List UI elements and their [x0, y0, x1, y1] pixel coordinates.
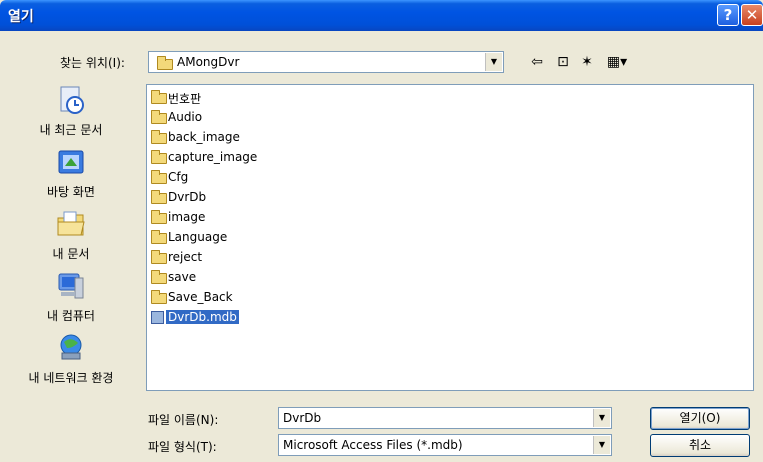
folder-icon	[157, 56, 173, 70]
place-mycomputer[interactable]: 내 컴퓨터	[0, 270, 142, 324]
help-button[interactable]: ?	[717, 4, 739, 26]
open-dialog: 열기 ? ✕ 찾는 위치(I): AMongDvr ▼ ⇦ ⊡ ✶ ▦▾ 내 최…	[0, 0, 763, 462]
lookin-label: 찾는 위치(I):	[60, 56, 125, 70]
network-icon	[60, 334, 82, 360]
place-label: 내 컴퓨터	[47, 309, 95, 323]
lookin-combo[interactable]: AMongDvr ▼	[148, 51, 504, 73]
my-computer-icon	[58, 273, 84, 299]
chevron-down-icon[interactable]: ▼	[593, 436, 610, 454]
folder-icon	[151, 90, 167, 104]
desktop-icon	[58, 150, 84, 174]
lookin-value: AMongDvr	[177, 55, 240, 69]
filename-label: 파일 이름(N):	[148, 413, 219, 427]
chevron-down-icon[interactable]: ▼	[593, 409, 610, 427]
filetype-select[interactable]: Microsoft Access Files (*.mdb) ▼	[278, 434, 612, 456]
my-documents-icon	[57, 211, 85, 236]
database-file-icon	[151, 311, 164, 324]
folder-icon	[151, 190, 167, 204]
folder-icon	[151, 230, 167, 244]
folder-icon	[151, 130, 167, 144]
open-button[interactable]: 열기(O)	[650, 407, 750, 430]
folder-icon	[151, 270, 167, 284]
folder-icon	[151, 150, 167, 164]
title-bar[interactable]: 열기 ? ✕	[0, 0, 763, 31]
place-label: 바탕 화면	[47, 185, 95, 199]
place-desktop[interactable]: 바탕 화면	[0, 146, 142, 200]
places-bar: 내 최근 문서 바탕 화면 내 문서 내 컴퓨터 내 네트워크 환경	[0, 84, 142, 394]
up-folder-button[interactable]: ⊡	[552, 52, 574, 72]
file-list[interactable]: 번호판 Audio back_image capture_image Cfg D…	[146, 84, 754, 391]
folder-icon	[151, 210, 167, 224]
folder-icon	[151, 290, 167, 304]
filename-value: DvrDb	[283, 411, 322, 425]
folder-icon	[151, 110, 167, 124]
place-network[interactable]: 내 네트워크 환경	[0, 332, 142, 386]
chevron-down-icon[interactable]: ▼	[485, 53, 502, 71]
filetype-label: 파일 형식(T):	[148, 440, 217, 454]
close-button[interactable]: ✕	[741, 4, 763, 26]
place-label: 내 네트워크 환경	[28, 371, 114, 385]
place-recent[interactable]: 내 최근 문서	[0, 84, 142, 138]
place-label: 내 최근 문서	[39, 123, 103, 137]
place-mydocuments[interactable]: 내 문서	[0, 208, 142, 262]
filetype-value: Microsoft Access Files (*.mdb)	[283, 438, 463, 452]
cancel-button[interactable]: 취소	[650, 434, 750, 457]
folder-icon	[151, 170, 167, 184]
filename-input[interactable]: DvrDb ▼	[278, 407, 612, 429]
recent-documents-icon	[60, 86, 84, 114]
new-folder-button[interactable]: ✶	[576, 52, 598, 72]
views-menu-button[interactable]: ▦▾	[602, 52, 632, 72]
window-title: 열기	[8, 9, 34, 25]
place-label: 내 문서	[52, 247, 90, 261]
folder-icon	[151, 250, 167, 264]
back-button[interactable]: ⇦	[526, 52, 548, 72]
